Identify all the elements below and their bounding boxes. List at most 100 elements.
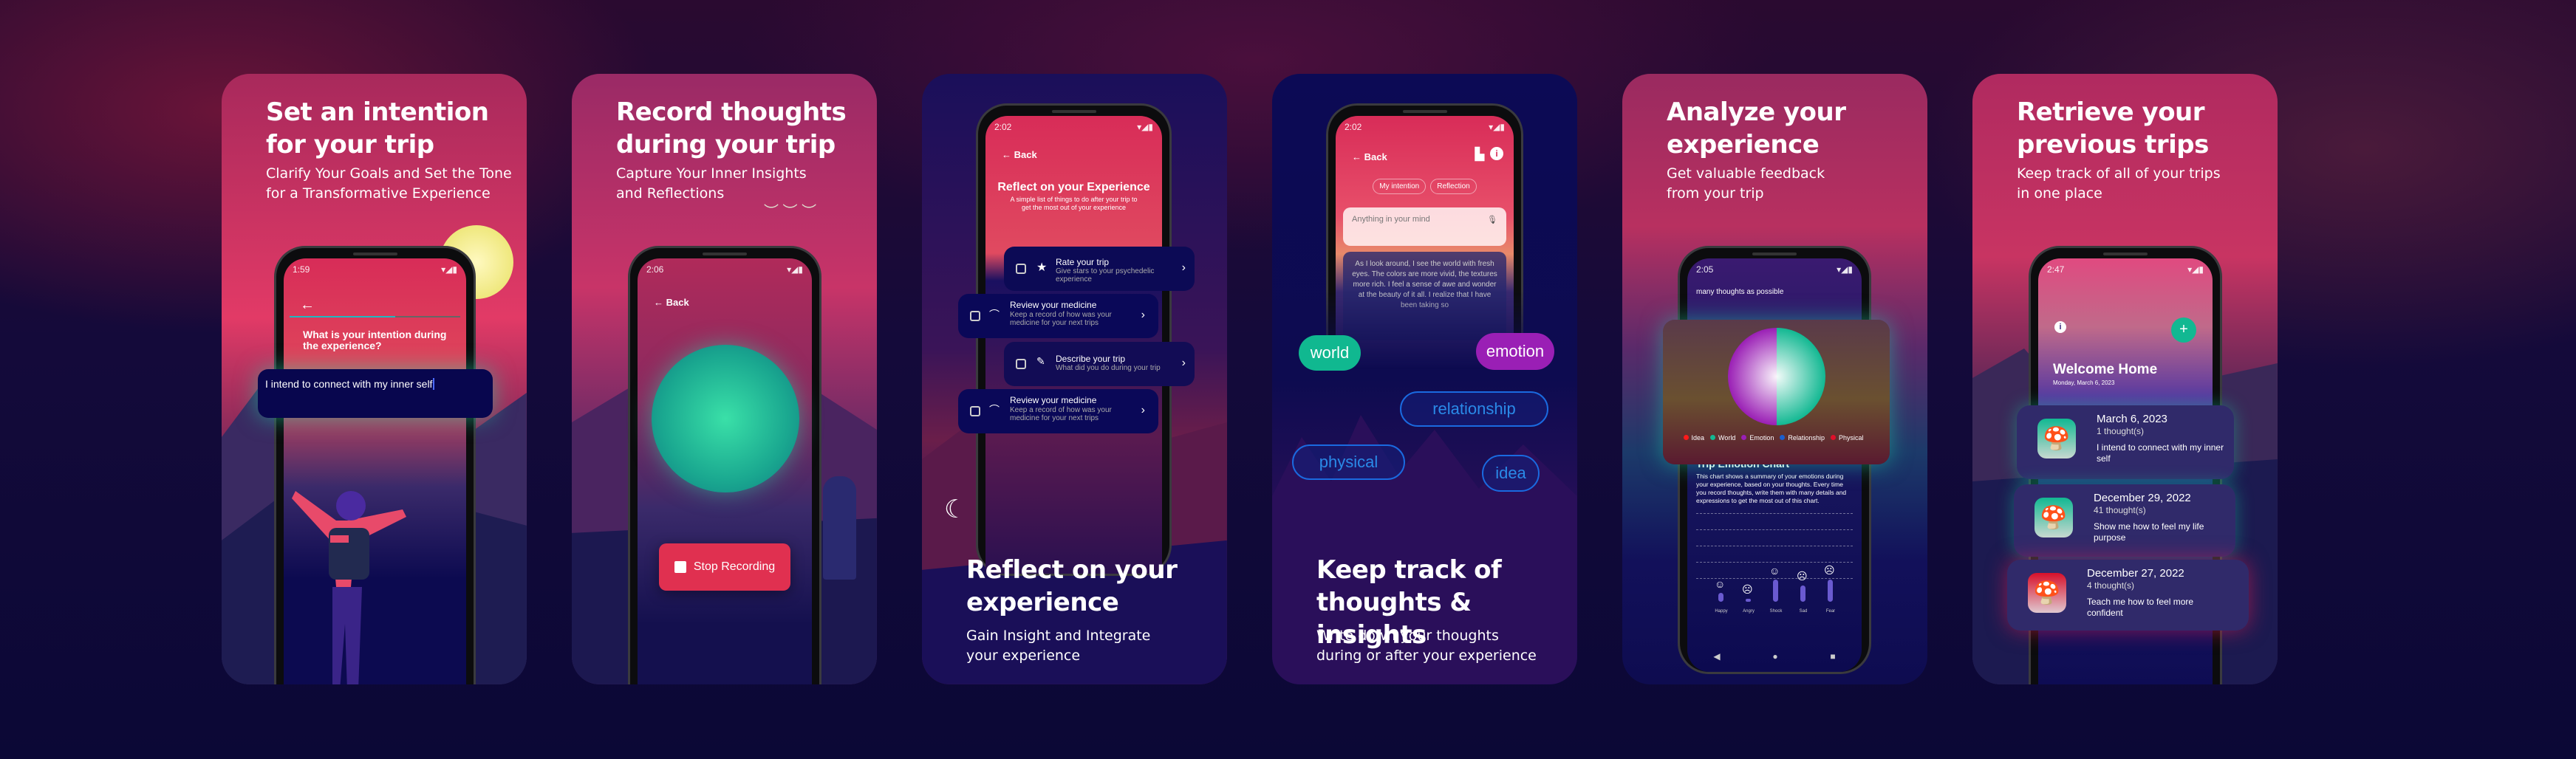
status-time: 2:05: [1696, 264, 1714, 275]
status-time: 2:02: [1345, 122, 1362, 132]
smile-icon: ☺: [1715, 578, 1726, 590]
chart-description: This chart shows a summary of your emoti…: [1696, 473, 1847, 504]
emotion-label: Sad: [1799, 609, 1808, 614]
nav-back-icon[interactable]: ◀: [1713, 651, 1720, 662]
mushroom-icon: 🍄: [2037, 419, 2076, 459]
info-icon[interactable]: i: [1490, 147, 1503, 160]
person-illustration: [823, 476, 856, 580]
info-icon[interactable]: i: [2054, 321, 2066, 333]
mushroom-icon: 🍄: [2028, 573, 2066, 613]
chip-emotion[interactable]: emotion: [1476, 333, 1554, 370]
emotion-label: Happy: [1715, 609, 1728, 614]
pie-glow: [1728, 328, 1825, 425]
checklist-item[interactable]: ★ Rate your trip Give stars to your psyche…: [1004, 247, 1195, 291]
chip-idea[interactable]: idea: [1482, 455, 1540, 492]
microphone-icon[interactable]: 🎙: [1487, 215, 1497, 224]
checkbox[interactable]: [970, 406, 980, 416]
mushroom-icon: 🍄: [2035, 498, 2073, 538]
emotion-bar-sad: [1800, 585, 1805, 602]
emotion-bar-happy: [1718, 593, 1723, 602]
back-button[interactable]: ← Back: [654, 297, 689, 308]
nav-home-icon[interactable]: ●: [1772, 651, 1777, 662]
moon-icon: ☾: [944, 495, 967, 523]
thought-input[interactable]: Anything in your mind 🎙: [1343, 207, 1506, 246]
chevron-right-icon: ›: [1141, 309, 1145, 321]
panel-subtitle: Capture Your Inner Insights and Reflectio…: [616, 165, 807, 202]
checklist-item[interactable]: ⌒ Review your medicine Keep a record of ho…: [958, 294, 1158, 338]
emotion-label: Angry: [1743, 609, 1755, 614]
legend-item: Emotion: [1741, 434, 1774, 442]
chevron-right-icon: ›: [1181, 357, 1186, 369]
stop-recording-button[interactable]: Stop Recording: [659, 543, 790, 591]
add-trip-button[interactable]: +: [2171, 317, 2196, 343]
status-time: 2:06: [646, 264, 664, 275]
chart-icon[interactable]: ▙: [1475, 147, 1484, 162]
legend-item: Relationship: [1780, 434, 1825, 442]
gridline: [1696, 529, 1853, 530]
status-icons: ▾◢▮: [1137, 122, 1153, 132]
status-icons: ▾◢▮: [787, 264, 803, 275]
sad-icon: ☹: [1797, 570, 1808, 583]
gridline: [1696, 513, 1853, 514]
star-icon: ★: [1036, 261, 1048, 274]
panel-title: Set an intention for your trip: [266, 97, 489, 159]
checklist-item[interactable]: ✎ Describe your trip What did you do durin…: [1004, 342, 1195, 386]
current-date: Monday, March 6, 2023: [2053, 380, 2115, 386]
panel-analyze: Analyze your experience Get valuable feed…: [1622, 74, 1927, 684]
chevron-right-icon: ›: [1141, 404, 1145, 416]
fear-icon: ☹: [1824, 563, 1835, 576]
checkbox[interactable]: [1016, 264, 1026, 274]
rainbow-icon: ⌒: [989, 404, 1000, 416]
panel-set-intention: Set an intention for your trip Clarify Yo…: [222, 74, 527, 684]
checkbox[interactable]: [970, 311, 980, 321]
hiker-illustration: [292, 491, 406, 684]
nav-bar: ◀ ● ■: [1687, 651, 1862, 662]
screen-heading: Reflect on your Experience: [997, 181, 1150, 193]
shock-icon: ☺: [1769, 564, 1780, 577]
panel-title: Record thoughts during your trip: [616, 97, 847, 159]
status-time: 2:47: [2047, 264, 2065, 275]
status-time: 1:59: [293, 264, 310, 275]
phone-mockup: 2:02 ▾◢▮ ← Back Reflect on your Experienc…: [976, 103, 1172, 576]
tab-reflection[interactable]: Reflection: [1430, 179, 1477, 194]
checkbox[interactable]: [1016, 359, 1026, 369]
pie-chart-card: Idea World Emotion Relationship Physical: [1663, 320, 1890, 464]
tab-bar: My intention Reflection: [1336, 179, 1514, 194]
panel-title: Reflect on your experience: [966, 555, 1178, 617]
back-button[interactable]: ← Back: [1002, 149, 1037, 160]
status-icons: ▾◢▮: [1837, 264, 1853, 275]
trip-card[interactable]: 🍄 March 6, 2023 1 thought(s) I intend to co…: [2017, 405, 2234, 479]
legend-item: World: [1710, 434, 1735, 442]
screen-heading: Welcome Home: [2053, 362, 2158, 377]
chip-world[interactable]: world: [1299, 335, 1361, 371]
panel-subtitle: Clarify Your Goals and Set the Tone for a…: [266, 165, 512, 202]
legend-item: Physical: [1830, 434, 1863, 442]
pencil-icon: ✎: [1036, 355, 1045, 367]
trip-card[interactable]: 🍄 December 29, 2022 41 thought(s) Show me h…: [2014, 484, 2235, 557]
legend-item: Idea: [1683, 434, 1704, 442]
tab-my-intention[interactable]: My intention: [1373, 179, 1427, 194]
chip-physical[interactable]: physical: [1292, 444, 1405, 480]
emotion-label: Fear: [1825, 609, 1836, 614]
intention-input[interactable]: I intend to connect with my inner self: [258, 369, 493, 418]
birds-illustration: ︶ ︶ ︶: [764, 204, 817, 220]
panel-retrieve: Retrieve your previous trips Keep track o…: [1972, 74, 2278, 684]
intention-question: What is your intention during the experi…: [303, 329, 447, 351]
stop-icon: [674, 561, 686, 573]
screen-description: A simple list of things to do after your…: [1010, 196, 1138, 211]
trip-card[interactable]: 🍄 December 27, 2022 4 thought(s) Teach me h…: [2007, 560, 2249, 631]
back-button[interactable]: ← Back: [1352, 151, 1387, 162]
status-icons: ▾◢▮: [1489, 122, 1505, 132]
status-icons: ▾◢▮: [441, 264, 457, 275]
phone-mockup: 2:02 ▾◢▮ ← Back ▙ i My intention Reflecti…: [1326, 103, 1523, 369]
emotion-bar-angry: [1746, 599, 1751, 602]
checklist-item[interactable]: ⌒ Review your medicine Keep a record of ho…: [958, 389, 1158, 433]
rainbow-icon: ⌒: [989, 309, 1000, 320]
status-icons: ▾◢▮: [2187, 264, 2204, 275]
chip-relationship[interactable]: relationship: [1400, 391, 1548, 427]
gridline: [1696, 562, 1853, 563]
panel-subtitle: Gain Insight and Integrate your experienc…: [966, 628, 1151, 664]
panel-keep-track: 2:02 ▾◢▮ ← Back ▙ i My intention Reflecti…: [1272, 74, 1577, 684]
back-arrow-icon[interactable]: ←: [300, 297, 315, 314]
nav-recents-icon[interactable]: ■: [1830, 651, 1835, 662]
